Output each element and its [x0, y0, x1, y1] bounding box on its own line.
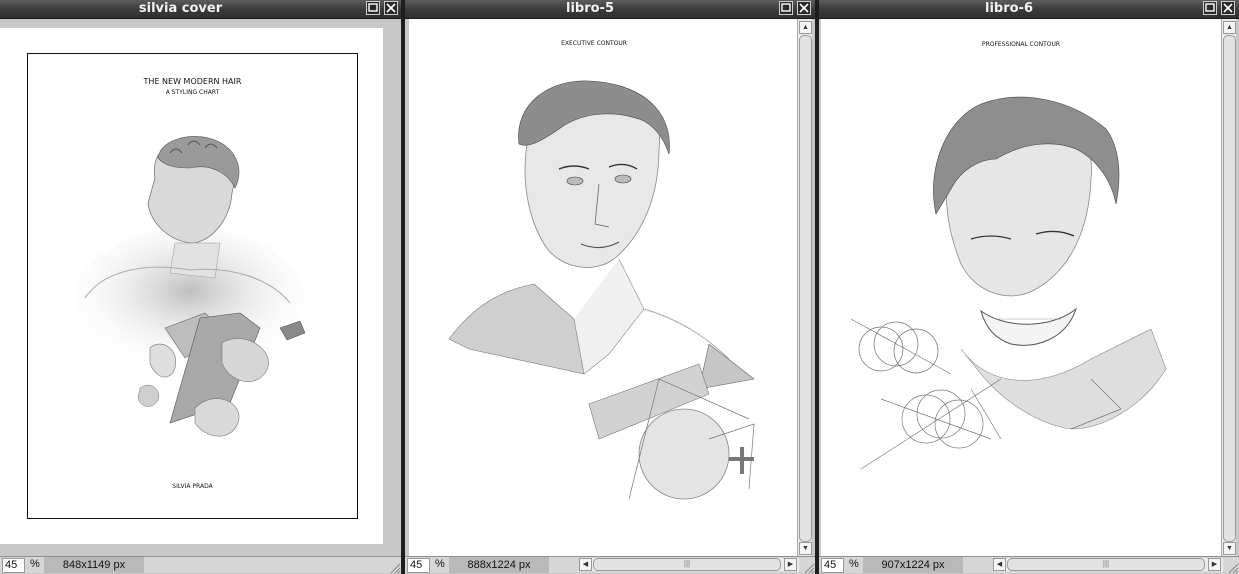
title-bar[interactable]: silvia cover: [0, 0, 401, 19]
vertical-scroll-thumb[interactable]: [799, 35, 812, 542]
zoom-field[interactable]: 45: [407, 558, 430, 573]
scroll-down-arrow-icon[interactable]: ▼: [799, 542, 812, 555]
scroll-up-arrow-icon[interactable]: ▲: [799, 21, 812, 34]
close-button[interactable]: [384, 1, 398, 15]
close-icon: [1223, 3, 1233, 13]
zoom-field[interactable]: 45: [2, 558, 25, 573]
status-bar: 45 % 907x1224 px ◀ ||| ▶: [819, 556, 1239, 573]
window-title: libro-5: [565, 1, 614, 16]
portrait-illustration: [448, 80, 755, 500]
horizontal-scroll-thumb[interactable]: |||: [593, 558, 781, 571]
close-icon: [799, 3, 809, 13]
vertical-scrollbar[interactable]: ▲ ▼: [1221, 19, 1236, 556]
scroll-right-arrow-icon[interactable]: ▶: [784, 558, 797, 571]
maximize-button[interactable]: [1203, 1, 1217, 15]
scroll-up-arrow-icon[interactable]: ▲: [1223, 21, 1236, 34]
window-libro-5: libro-5 EXECUTIVE CONTOUR ▲ ▼ 45 % 888x1…: [405, 0, 815, 574]
title-bar[interactable]: libro-6: [819, 0, 1239, 19]
image-canvas[interactable]: PROFESSIONAL CONTOUR: [821, 19, 1221, 556]
scroll-left-arrow-icon[interactable]: ◀: [993, 558, 1006, 571]
zoom-unit: %: [849, 558, 859, 570]
scroll-right-arrow-icon[interactable]: ▶: [1208, 558, 1221, 571]
vertical-scrollbar[interactable]: ▲ ▼: [797, 19, 812, 556]
vertical-scroll-thumb[interactable]: [1223, 35, 1236, 542]
window-title: silvia cover: [138, 1, 223, 16]
image-dimensions: 907x1224 px: [863, 557, 963, 573]
image-canvas[interactable]: EXECUTIVE CONTOUR: [409, 19, 797, 556]
maximize-button[interactable]: [366, 1, 380, 15]
cover-illustration: [75, 136, 306, 437]
window-libro-6: libro-6 PROFESSIONAL CONTOUR ▲ ▼ 45 % 90…: [819, 0, 1239, 574]
resize-grip-icon[interactable]: [1225, 560, 1239, 574]
page-author: SILVIA PRADA: [172, 483, 213, 490]
resize-grip-icon[interactable]: [801, 560, 815, 574]
horizontal-scrollbar[interactable]: ◀ ||| ▶: [993, 558, 1223, 571]
zoom-unit: %: [30, 558, 40, 570]
zoom-unit: %: [435, 558, 445, 570]
window-title: libro-6: [984, 1, 1033, 16]
horizontal-scroll-thumb[interactable]: |||: [1007, 558, 1205, 571]
close-button[interactable]: [1221, 1, 1235, 15]
scroll-down-arrow-icon[interactable]: ▼: [1223, 542, 1236, 555]
status-bar: 45 % 888x1224 px ◀ ||| ▶: [405, 556, 815, 573]
close-icon: [386, 3, 396, 13]
maximize-icon: [1205, 3, 1215, 12]
close-button[interactable]: [797, 1, 811, 15]
scroll-left-arrow-icon[interactable]: ◀: [579, 558, 592, 571]
title-bar[interactable]: libro-5: [405, 0, 815, 19]
resize-grip-icon[interactable]: [387, 560, 401, 574]
maximize-icon: [781, 3, 791, 12]
status-bar: 45 % 848x1149 px: [0, 556, 401, 573]
zoom-field[interactable]: 45: [821, 558, 844, 573]
maximize-icon: [368, 3, 378, 12]
window-silvia-cover: silvia cover THE NEW MODERN HAIR A STYLI…: [0, 0, 401, 574]
image-canvas[interactable]: THE NEW MODERN HAIR A STYLING CHART SILV…: [0, 28, 383, 544]
portrait-illustration: [850, 96, 1167, 470]
image-dimensions: 888x1224 px: [449, 557, 549, 573]
horizontal-scrollbar[interactable]: ◀ ||| ▶: [579, 558, 799, 571]
image-dimensions: 848x1149 px: [44, 557, 144, 573]
maximize-button[interactable]: [779, 1, 793, 15]
